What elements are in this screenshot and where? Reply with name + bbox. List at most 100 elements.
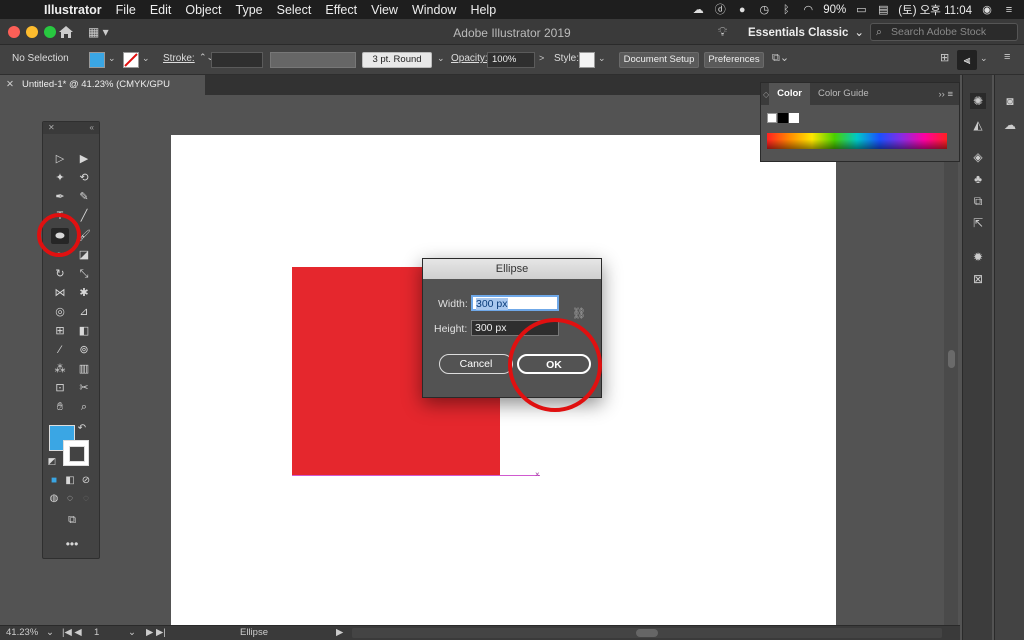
symbol-sprayer-tool-icon[interactable]: ⁂ [51, 361, 69, 377]
collapse-panel-icon[interactable]: « [90, 122, 94, 134]
vertical-scrollbar[interactable] [944, 95, 958, 625]
siri-icon[interactable]: ◉ [980, 3, 994, 17]
libraries-panel-icon[interactable]: ◙ [1002, 93, 1018, 109]
rotate-tool-icon[interactable]: ↻ [51, 266, 69, 282]
opacity-field[interactable]: 100% [487, 52, 535, 68]
artboard-number[interactable]: 1 [94, 627, 99, 638]
lightbulb-icon[interactable]: 💡︎ [718, 24, 732, 40]
workspace-switcher[interactable]: Essentials Classic ⌄ [748, 25, 864, 39]
zoom-level[interactable]: 41.23% [6, 627, 38, 638]
align-icon[interactable]: ⊞ [940, 51, 949, 64]
draw-inside-icon[interactable]: ◌ [79, 491, 93, 507]
zoom-dropdown-icon[interactable]: ⌄ [46, 627, 54, 638]
draw-normal-icon[interactable]: ◍ [47, 491, 61, 507]
eyedropper-tool-icon[interactable]: ⁄ [51, 342, 69, 358]
stock-search-input[interactable]: ⌕ Search Adobe Stock [870, 23, 1018, 41]
screen-mode-icon[interactable]: ⧉ [61, 512, 83, 528]
panel-menu-dropdown-icon[interactable]: ⌄ [980, 53, 988, 64]
menu-window[interactable]: Window [412, 3, 456, 17]
eraser-tool-icon[interactable]: ◪ [75, 247, 93, 263]
creative-cloud-icon[interactable]: ☁ [691, 3, 705, 17]
artboard-tool-icon[interactable]: ⊡ [51, 380, 69, 396]
preferences-button[interactable]: Preferences [704, 52, 764, 68]
stroke-weight-field[interactable] [211, 52, 263, 68]
perspective-grid-tool-icon[interactable]: ⊿ [75, 304, 93, 320]
black-swatch[interactable] [778, 113, 788, 123]
d-status-icon[interactable]: ⓓ [713, 3, 727, 17]
menu-effect[interactable]: Effect [325, 3, 357, 17]
curvature-tool-icon[interactable]: ✎ [75, 189, 93, 205]
graphic-style-swatch[interactable] [579, 52, 595, 68]
creative-cloud-libraries-icon[interactable]: ☁ [1002, 117, 1018, 133]
scale-tool-icon[interactable]: ⤡ [75, 266, 93, 282]
status-menu-icon[interactable]: ▶ [336, 627, 343, 638]
next-artboard-icon[interactable]: ▶ ▶| [146, 627, 166, 638]
wifi-icon[interactable]: ◠ [801, 3, 815, 17]
layers-panel-icon[interactable]: ◈ [970, 149, 986, 165]
bluetooth-icon[interactable]: ᛒ [779, 3, 793, 17]
menu-edit[interactable]: Edit [150, 3, 172, 17]
brush-definition-dropdown[interactable]: 3 pt. Round [362, 52, 432, 68]
opacity-label[interactable]: Opacity: [451, 53, 488, 64]
panel-menu-icon[interactable]: ⫷ [957, 50, 977, 70]
column-graph-tool-icon[interactable]: ▥ [75, 361, 93, 377]
gradient-tool-icon[interactable]: ◧ [75, 323, 93, 339]
fill-dropdown-icon[interactable]: ⌄ [108, 53, 116, 64]
menu-app-name[interactable]: Illustrator [44, 3, 102, 17]
panel-options-icon[interactable]: ›› ≡ [938, 89, 953, 100]
tab-color[interactable]: Color [769, 83, 810, 105]
tools-panel-header[interactable]: ✕ « [43, 122, 99, 134]
menu-view[interactable]: View [371, 3, 398, 17]
color-spectrum[interactable] [767, 133, 947, 149]
opacity-dropdown-icon[interactable]: > [539, 53, 544, 63]
magic-wand-tool-icon[interactable]: ✦ [51, 170, 69, 186]
stroke-color-box[interactable] [63, 440, 89, 466]
menu-select[interactable]: Select [277, 3, 312, 17]
hamburger-menu-icon[interactable]: ≡ [1004, 51, 1010, 63]
stroke-label[interactable]: Stroke: [163, 53, 195, 64]
mesh-tool-icon[interactable]: ⊞ [51, 323, 69, 339]
battery-percent[interactable]: 90% [823, 4, 846, 16]
first-artboard-icon[interactable]: |◀ ◀ [62, 627, 82, 638]
appearance-panel-icon[interactable]: ✹ [970, 249, 986, 265]
constrain-proportions-icon[interactable]: ⛓︎ [572, 307, 586, 323]
close-panel-icon[interactable]: ✕ [48, 122, 55, 134]
zoom-tool-icon[interactable]: ⌕ [75, 399, 93, 415]
cancel-button[interactable]: Cancel [439, 354, 513, 374]
variable-width-profile[interactable] [270, 52, 356, 68]
clock[interactable]: (토) 오후 11:04 [898, 2, 972, 18]
lasso-tool-icon[interactable]: ⟲ [75, 170, 93, 186]
document-tab[interactable]: ✕Untitled-1* @ 41.23% (CMYK/GPU Preview) [0, 75, 205, 110]
menu-object[interactable]: Object [185, 3, 221, 17]
color-panel-icon[interactable]: ✺ [970, 93, 986, 109]
hand-tool-icon[interactable]: ✋︎ [51, 399, 69, 415]
white-swatch[interactable] [789, 113, 799, 123]
gradient-panel-icon[interactable]: ◭ [970, 117, 986, 133]
close-tab-icon[interactable]: ✕ [6, 79, 14, 90]
notification-center-icon[interactable]: ≡ [1002, 3, 1016, 17]
battery-icon[interactable]: ▭ [854, 3, 868, 17]
puppet-warp-tool-icon[interactable]: ✱ [75, 285, 93, 301]
slice-tool-icon[interactable]: ✂ [75, 380, 93, 396]
input-flag-icon[interactable]: ▤ [876, 3, 890, 17]
draw-behind-icon[interactable]: ◌ [63, 491, 77, 507]
export-panel-icon[interactable]: ⇱ [970, 215, 986, 231]
chat-icon[interactable]: ● [735, 3, 749, 17]
swap-fill-stroke-icon[interactable]: ↶ [75, 421, 89, 437]
pen-tool-icon[interactable]: ✒ [51, 189, 69, 205]
brush-dropdown-icon[interactable]: ⌄ [437, 53, 445, 64]
menu-file[interactable]: File [116, 3, 136, 17]
pathfinder-panel-icon[interactable]: ⧉ [970, 193, 986, 209]
symbols-panel-icon[interactable]: ♣ [970, 171, 986, 187]
default-colors-icon[interactable]: ◩ [45, 453, 59, 469]
transform-panel-icon[interactable]: ⊠ [970, 271, 986, 287]
arrange-icon[interactable]: ⧉⌄ [772, 51, 789, 65]
style-dropdown-icon[interactable]: ⌄ [598, 53, 606, 64]
document-setup-button[interactable]: Document Setup [619, 52, 699, 68]
blend-tool-icon[interactable]: ⊚ [75, 342, 93, 358]
width-tool-icon[interactable]: ⋈ [51, 285, 69, 301]
scroll-thumb[interactable] [948, 350, 955, 368]
stroke-swatch[interactable] [123, 52, 139, 68]
none-swatch-icon[interactable] [767, 113, 777, 123]
horizontal-scrollbar[interactable] [352, 628, 942, 638]
